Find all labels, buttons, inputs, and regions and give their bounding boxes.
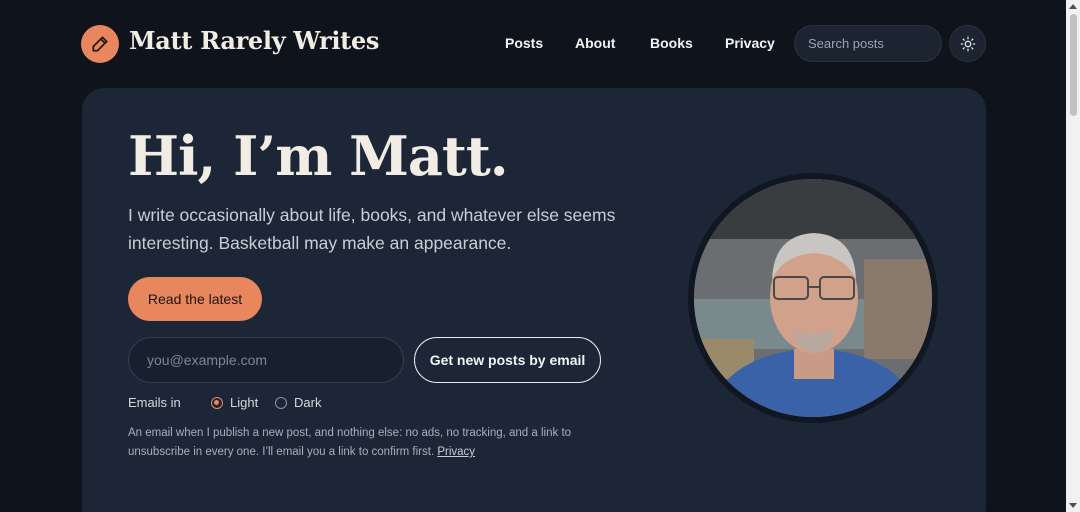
radio-dark-dot[interactable]	[275, 396, 287, 409]
privacy-link[interactable]: Privacy	[437, 446, 475, 458]
theme-toggle-button[interactable]	[949, 25, 986, 62]
subscribe-button[interactable]: Get new posts by email	[414, 337, 601, 383]
pencil-icon	[92, 36, 108, 52]
radio-dark-label: Dark	[294, 395, 322, 410]
nav-posts[interactable]: Posts	[505, 35, 543, 51]
scroll-thumb[interactable]	[1070, 14, 1077, 116]
emails-in-label: Emails in	[128, 395, 181, 410]
logo[interactable]	[81, 25, 119, 63]
fine-print-text: An email when I publish a new post, and …	[128, 427, 572, 458]
radio-light-dot[interactable]	[211, 396, 223, 409]
scroll-down-icon[interactable]	[1069, 503, 1077, 508]
nav-books[interactable]: Books	[650, 35, 693, 51]
avatar-portrait	[694, 179, 932, 417]
site-header: Matt Rarely Writes Posts About Books Pri…	[0, 0, 1066, 88]
nav-privacy[interactable]: Privacy	[725, 35, 775, 51]
email-field[interactable]	[128, 337, 404, 383]
radio-light[interactable]: Light	[211, 395, 258, 410]
nav-about[interactable]: About	[575, 35, 615, 51]
hero-subtitle: I write occasionally about life, books, …	[128, 205, 616, 253]
avatar	[688, 173, 938, 423]
radio-dark[interactable]: Dark	[275, 395, 321, 410]
hero-title: Hi, I’m Matt.	[128, 124, 509, 188]
scroll-up-icon[interactable]	[1069, 4, 1077, 9]
site-title[interactable]: Matt Rarely Writes	[129, 26, 379, 55]
radio-light-label: Light	[230, 395, 259, 410]
scrollbar[interactable]	[1066, 0, 1080, 512]
hero-card: Hi, I’m Matt. I write occasionally about…	[82, 88, 986, 512]
subscribe-fine-print: An email when I publish a new post, and …	[128, 424, 598, 462]
avatar-photo	[694, 179, 932, 417]
sun-icon	[960, 36, 975, 51]
read-latest-button[interactable]: Read the latest	[128, 277, 262, 321]
search-input[interactable]	[794, 25, 942, 62]
